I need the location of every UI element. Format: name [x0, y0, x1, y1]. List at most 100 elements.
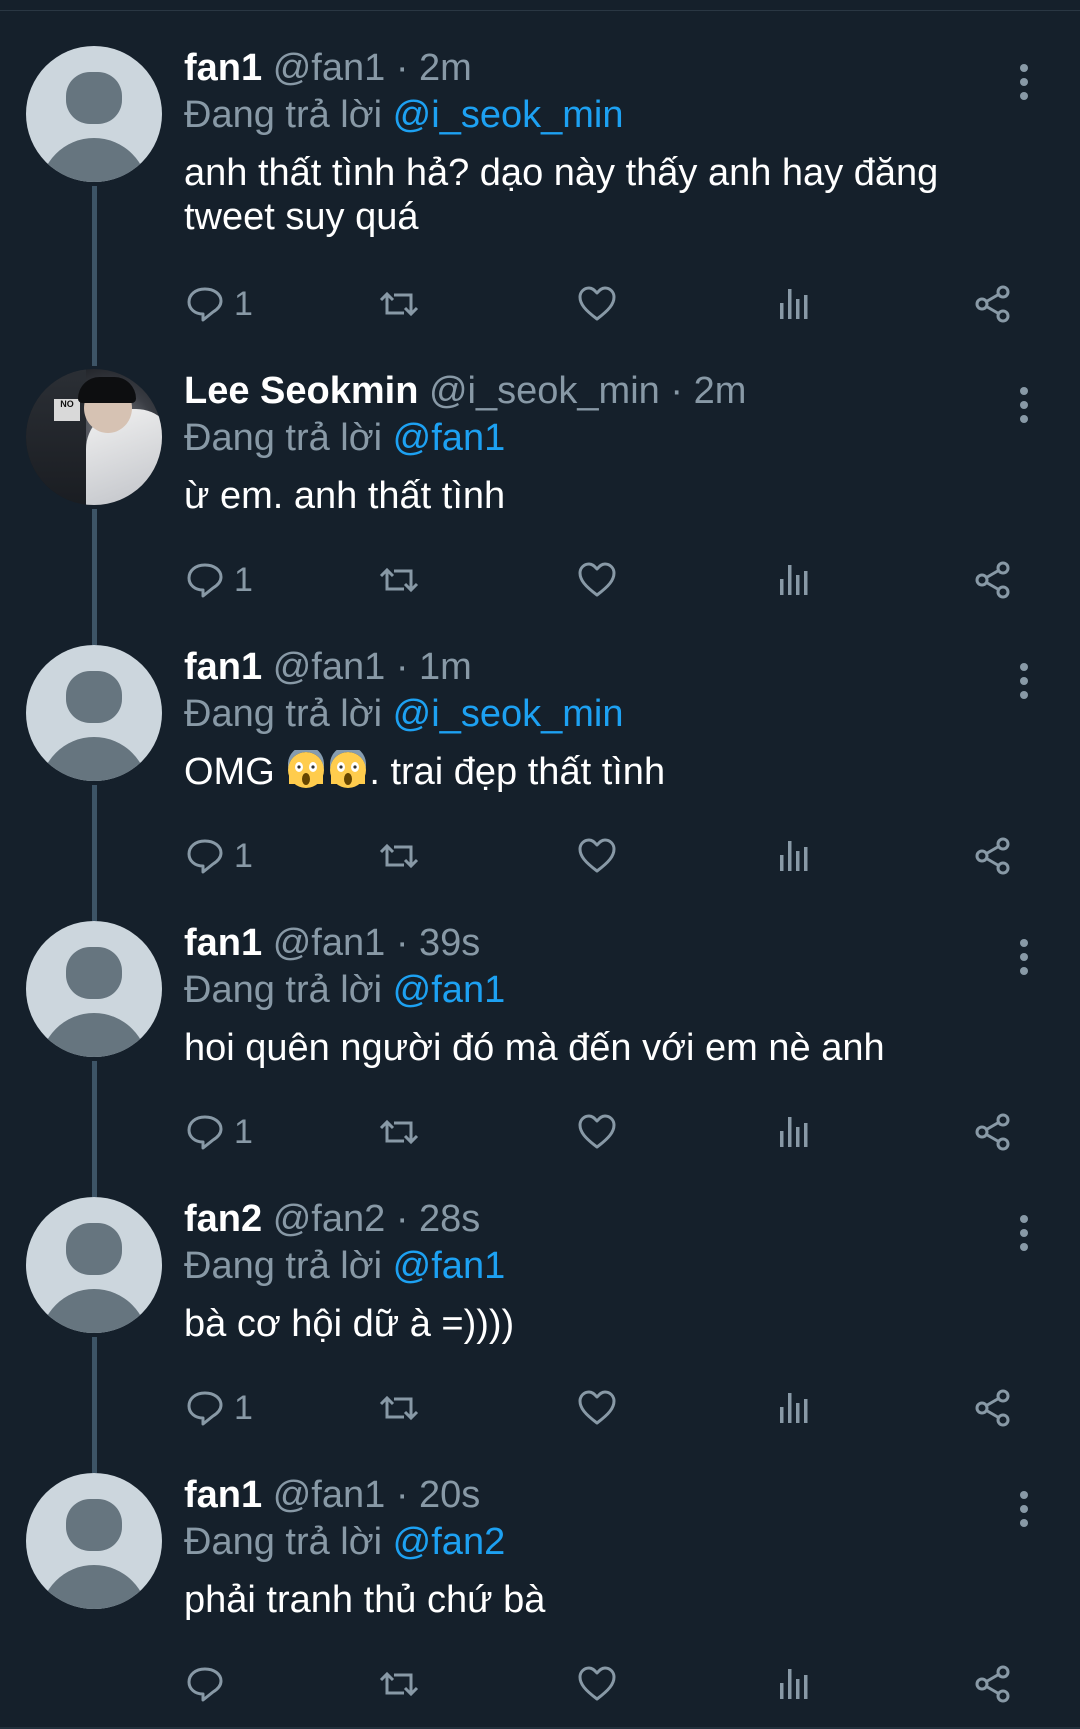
replying-to-label: Đang trả lời [184, 1245, 383, 1287]
analytics-icon [780, 565, 808, 595]
replying-to-label: Đang trả lời [184, 417, 383, 459]
analytics-button[interactable] [774, 1108, 816, 1156]
reply-button[interactable]: 1 [184, 1384, 253, 1432]
like-button[interactable] [576, 1384, 618, 1432]
more-options-icon[interactable] [1016, 64, 1032, 100]
timestamp[interactable]: 20s [419, 1474, 480, 1516]
tweet-action-bar: 1 [184, 832, 1024, 880]
separator-dot: · [395, 1198, 409, 1240]
user-handle[interactable]: @fan1 [273, 1474, 386, 1516]
user-handle[interactable]: @fan1 [273, 47, 386, 89]
retweet-icon [379, 1395, 419, 1421]
more-options-icon[interactable] [1016, 1491, 1032, 1527]
reply-count: 1 [234, 561, 253, 599]
reply-button[interactable]: 1 [184, 280, 253, 328]
like-button[interactable] [576, 1108, 618, 1156]
more-options-icon[interactable] [1016, 1215, 1032, 1251]
default-avatar-icon[interactable] [26, 921, 162, 1057]
retweet-button[interactable] [378, 1660, 420, 1708]
reply-mention-link[interactable]: @fan1 [393, 969, 506, 1011]
like-button[interactable] [576, 1660, 618, 1708]
share-button[interactable] [972, 1108, 1014, 1156]
display-name[interactable]: Lee Seokmin [184, 370, 418, 412]
display-name[interactable]: fan1 [184, 922, 262, 964]
reply-count: 1 [234, 837, 253, 875]
analytics-button[interactable] [774, 1660, 816, 1708]
screaming-face-icon [288, 750, 325, 788]
timestamp[interactable]: 1m [419, 646, 472, 688]
analytics-button[interactable] [774, 1384, 816, 1432]
reply-mention-link[interactable]: @i_seok_min [393, 94, 624, 136]
like-button[interactable] [576, 280, 618, 328]
reply-mention-link[interactable]: @fan1 [393, 1245, 506, 1287]
display-name[interactable]: fan1 [184, 1474, 262, 1516]
share-button[interactable] [972, 832, 1014, 880]
default-avatar-icon[interactable] [26, 1473, 162, 1609]
thread-connector [92, 785, 97, 921]
heart-icon [578, 286, 616, 321]
replying-to-line: Đang trả lời @i_seok_min [184, 93, 1024, 137]
share-icon [975, 1113, 1010, 1151]
analytics-button[interactable] [774, 556, 816, 604]
screaming-face-icon [330, 750, 367, 788]
replying-to-label: Đang trả lời [184, 693, 383, 735]
more-options-icon[interactable] [1016, 663, 1032, 699]
display-name[interactable]: fan1 [184, 646, 262, 688]
default-avatar-icon[interactable] [26, 46, 162, 182]
profile-photo-avatar[interactable]: NO [26, 369, 162, 505]
timestamp[interactable]: 28s [419, 1198, 480, 1240]
reply-mention-link[interactable]: @fan2 [393, 1521, 506, 1563]
replying-to-line: Đang trả lời @fan1 [184, 968, 1024, 1012]
reply-button[interactable]: 1 [184, 556, 253, 604]
share-button[interactable] [972, 280, 1014, 328]
like-button[interactable] [576, 832, 618, 880]
separator-dot: · [395, 1474, 409, 1516]
share-icon [975, 837, 1010, 875]
display-name[interactable]: fan2 [184, 1198, 262, 1240]
user-handle[interactable]: @fan1 [273, 646, 386, 688]
analytics-icon [780, 1117, 808, 1147]
heart-icon [578, 1114, 616, 1149]
timestamp[interactable]: 2m [419, 47, 472, 89]
reply-mention-link[interactable]: @fan1 [393, 417, 506, 459]
analytics-button[interactable] [774, 832, 816, 880]
user-handle[interactable]: @fan2 [273, 1198, 386, 1240]
heart-icon [578, 562, 616, 597]
timestamp[interactable]: 2m [694, 370, 747, 412]
reply-icon [187, 287, 223, 322]
share-button[interactable] [972, 556, 1014, 604]
share-button[interactable] [972, 1384, 1014, 1432]
tweet-action-bar: 1 [184, 280, 1024, 328]
more-options-icon[interactable] [1016, 387, 1032, 423]
share-button[interactable] [972, 1660, 1014, 1708]
separator-dot: · [395, 646, 409, 688]
replying-to-label: Đang trả lời [184, 94, 383, 136]
retweet-button[interactable] [378, 556, 420, 604]
share-icon [975, 285, 1010, 323]
more-options-icon[interactable] [1016, 939, 1032, 975]
retweet-button[interactable] [378, 1108, 420, 1156]
retweet-button[interactable] [378, 832, 420, 880]
user-handle[interactable]: @i_seok_min [429, 370, 660, 412]
display-name[interactable]: fan1 [184, 47, 262, 89]
tweet-header: fan1 @fan1 · 20s [184, 1473, 1024, 1517]
retweet-button[interactable] [378, 1384, 420, 1432]
like-button[interactable] [576, 556, 618, 604]
retweet-icon [379, 567, 419, 593]
default-avatar-icon[interactable] [26, 1197, 162, 1333]
timestamp[interactable]: 39s [419, 922, 480, 964]
analytics-button[interactable] [774, 280, 816, 328]
thread-connector [92, 1061, 97, 1197]
default-avatar-icon[interactable] [26, 645, 162, 781]
reply-button[interactable]: 1 [184, 832, 253, 880]
reply-button[interactable] [184, 1660, 234, 1708]
replying-to-line: Đang trả lời @fan2 [184, 1520, 1024, 1564]
reply-icon [187, 1667, 223, 1702]
retweet-button[interactable] [378, 280, 420, 328]
reply-button[interactable]: 1 [184, 1108, 253, 1156]
analytics-icon [780, 289, 808, 319]
user-handle[interactable]: @fan1 [273, 922, 386, 964]
reply-mention-link[interactable]: @i_seok_min [393, 693, 624, 735]
tweet-text: phải tranh thủ chứ bà [184, 1579, 546, 1621]
heart-icon [578, 1666, 616, 1701]
